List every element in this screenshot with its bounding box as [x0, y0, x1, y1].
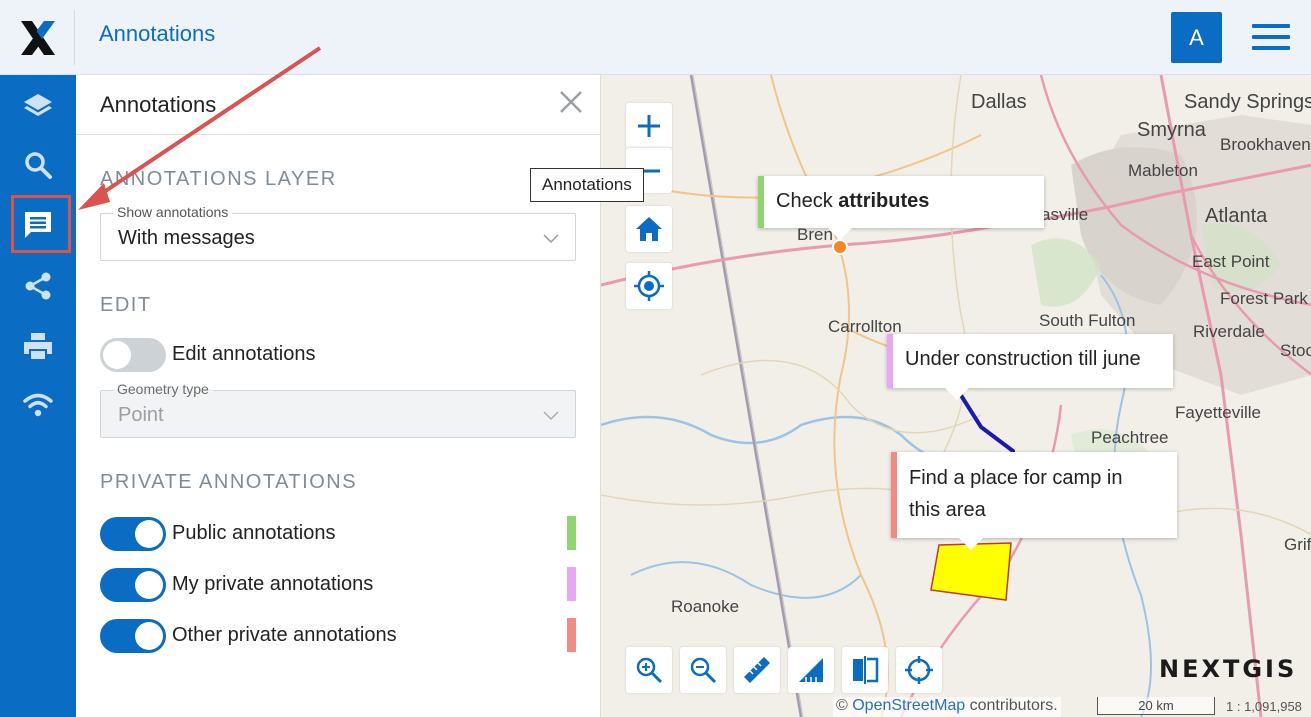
sidebar-item-search[interactable] — [0, 137, 76, 193]
chevron-down-icon — [543, 411, 559, 421]
scale-bar: 20 km — [1097, 697, 1215, 715]
annotations-tooltip: Annotations — [530, 168, 644, 202]
zoom-out-tool-button[interactable] — [680, 647, 726, 693]
city-label: Forest Park — [1220, 289, 1308, 308]
chevron-down-icon — [543, 234, 559, 244]
geometry-type-label: Geometry type — [113, 381, 213, 397]
zoom-in-icon — [636, 657, 663, 684]
zoom-out-icon — [690, 657, 717, 684]
my-private-color-chip — [567, 567, 576, 601]
close-icon[interactable] — [558, 89, 584, 115]
nextgis-brand: NEXTGIS — [1159, 655, 1298, 683]
annotation-popup-camp[interactable]: Find a place for camp in this area — [891, 452, 1177, 550]
public-annotations-row: Public annotations — [100, 516, 576, 552]
measure-area-button[interactable] — [788, 647, 834, 693]
map-view[interactable]: Dallas Sandy Springs Smyrna Brookhaven M… — [600, 75, 1311, 717]
city-label: Grif — [1284, 535, 1311, 554]
geometry-type-value: Point — [118, 404, 164, 426]
my-private-annotations-row: My private annotations — [100, 567, 576, 603]
city-label: Mableton — [1128, 161, 1198, 180]
public-annotations-label: Public annotations — [172, 522, 336, 544]
geometry-type-select[interactable]: Geometry type Point — [100, 381, 576, 438]
other-private-annotations-label: Other private annotations — [172, 624, 397, 646]
sidebar-item-print[interactable] — [0, 318, 76, 374]
search-icon — [25, 152, 52, 179]
other-private-annotations-row: Other private annotations — [100, 618, 576, 654]
popup-text-line2: this area — [909, 499, 986, 521]
compare-icon — [853, 656, 879, 684]
menu-icon[interactable] — [1252, 24, 1290, 52]
plus-icon — [638, 115, 660, 137]
show-annotations-select[interactable]: Show annotations With messages — [100, 204, 576, 261]
annotations-layer-heading: ANNOTATIONS LAYER — [100, 168, 337, 190]
annotations-panel: Annotations ANNOTATIONS LAYER Show annot… — [76, 75, 600, 717]
city-label: Fayetteville — [1175, 403, 1261, 422]
city-label: South Fulton — [1039, 311, 1136, 330]
other-private-color-chip — [567, 618, 576, 652]
popup-text: Under construction till june — [905, 348, 1141, 370]
public-annotations-toggle[interactable] — [100, 517, 166, 551]
popup-text-line1: Find a place for camp in — [909, 467, 1123, 489]
popup-text-bold: attributes — [838, 190, 930, 212]
measure-distance-button[interactable] — [734, 647, 780, 693]
popup-text: Check — [776, 190, 839, 212]
city-label: Brookhaven — [1220, 135, 1311, 154]
city-label: Sandy Springs — [1184, 91, 1311, 113]
panel-header: Annotations — [76, 75, 600, 135]
area-ruler-icon — [799, 658, 823, 682]
city-label: Atlanta — [1205, 205, 1268, 227]
panel-title: Annotations — [100, 92, 217, 117]
city-label: Dallas — [971, 91, 1027, 113]
city-label: Stoc — [1280, 341, 1311, 360]
my-private-annotations-toggle[interactable] — [100, 568, 166, 602]
user-avatar-button[interactable]: A — [1171, 12, 1222, 63]
city-label: Riverdale — [1193, 322, 1265, 341]
scale-ratio: 1 : 1,091,958 — [1226, 699, 1302, 714]
map-attribution: © OpenStreetMap contributors. — [833, 697, 1061, 717]
edit-heading: EDIT — [100, 294, 152, 316]
public-color-chip — [567, 516, 576, 550]
header-divider — [74, 10, 75, 65]
edit-annotations-row: Edit annotations — [100, 337, 576, 373]
city-label: Roanoke — [671, 597, 740, 616]
home-icon — [636, 217, 662, 241]
show-annotations-value: With messages — [118, 227, 255, 249]
sidebar-item-share[interactable] — [0, 258, 76, 314]
sidebar — [0, 75, 76, 717]
edit-annotations-toggle[interactable] — [100, 338, 166, 372]
zoom-in-button[interactable] — [626, 103, 672, 149]
sidebar-item-layers[interactable] — [0, 78, 76, 134]
page-title: Annotations — [99, 21, 216, 46]
annotation-popup-attributes[interactable]: Check attributes — [758, 176, 1044, 240]
wifi-icon — [23, 393, 53, 417]
city-label: asville — [1041, 205, 1089, 224]
print-icon — [24, 333, 52, 359]
share-icon — [25, 272, 51, 300]
private-annotations-heading: PRIVATE ANNOTATIONS — [100, 471, 358, 493]
home-button[interactable] — [626, 206, 672, 252]
app-header: Annotations A — [0, 0, 1311, 75]
ruler-icon — [744, 657, 770, 683]
show-annotations-label: Show annotations — [113, 204, 233, 220]
city-label: Peachtree — [1091, 428, 1169, 447]
target-icon — [905, 656, 933, 684]
layers-icon — [24, 94, 52, 116]
zoom-in-tool-button[interactable] — [626, 647, 672, 693]
city-label: East Point — [1192, 252, 1270, 271]
osm-link[interactable]: OpenStreetMap — [852, 697, 965, 714]
sidebar-item-wifi[interactable] — [0, 377, 76, 433]
other-private-annotations-toggle[interactable] — [100, 619, 166, 653]
active-item-highlight — [11, 195, 71, 253]
identify-button[interactable] — [896, 647, 942, 693]
annotation-popup-construction[interactable]: Under construction till june — [887, 334, 1173, 400]
locate-button[interactable] — [626, 263, 672, 309]
edit-annotations-label: Edit annotations — [172, 343, 316, 365]
my-private-annotations-label: My private annotations — [172, 573, 374, 595]
swipe-compare-button[interactable] — [842, 647, 888, 693]
nextgis-logo-icon[interactable] — [18, 18, 58, 58]
city-label: Smyrna — [1137, 119, 1206, 141]
crosshair-icon — [634, 271, 664, 301]
